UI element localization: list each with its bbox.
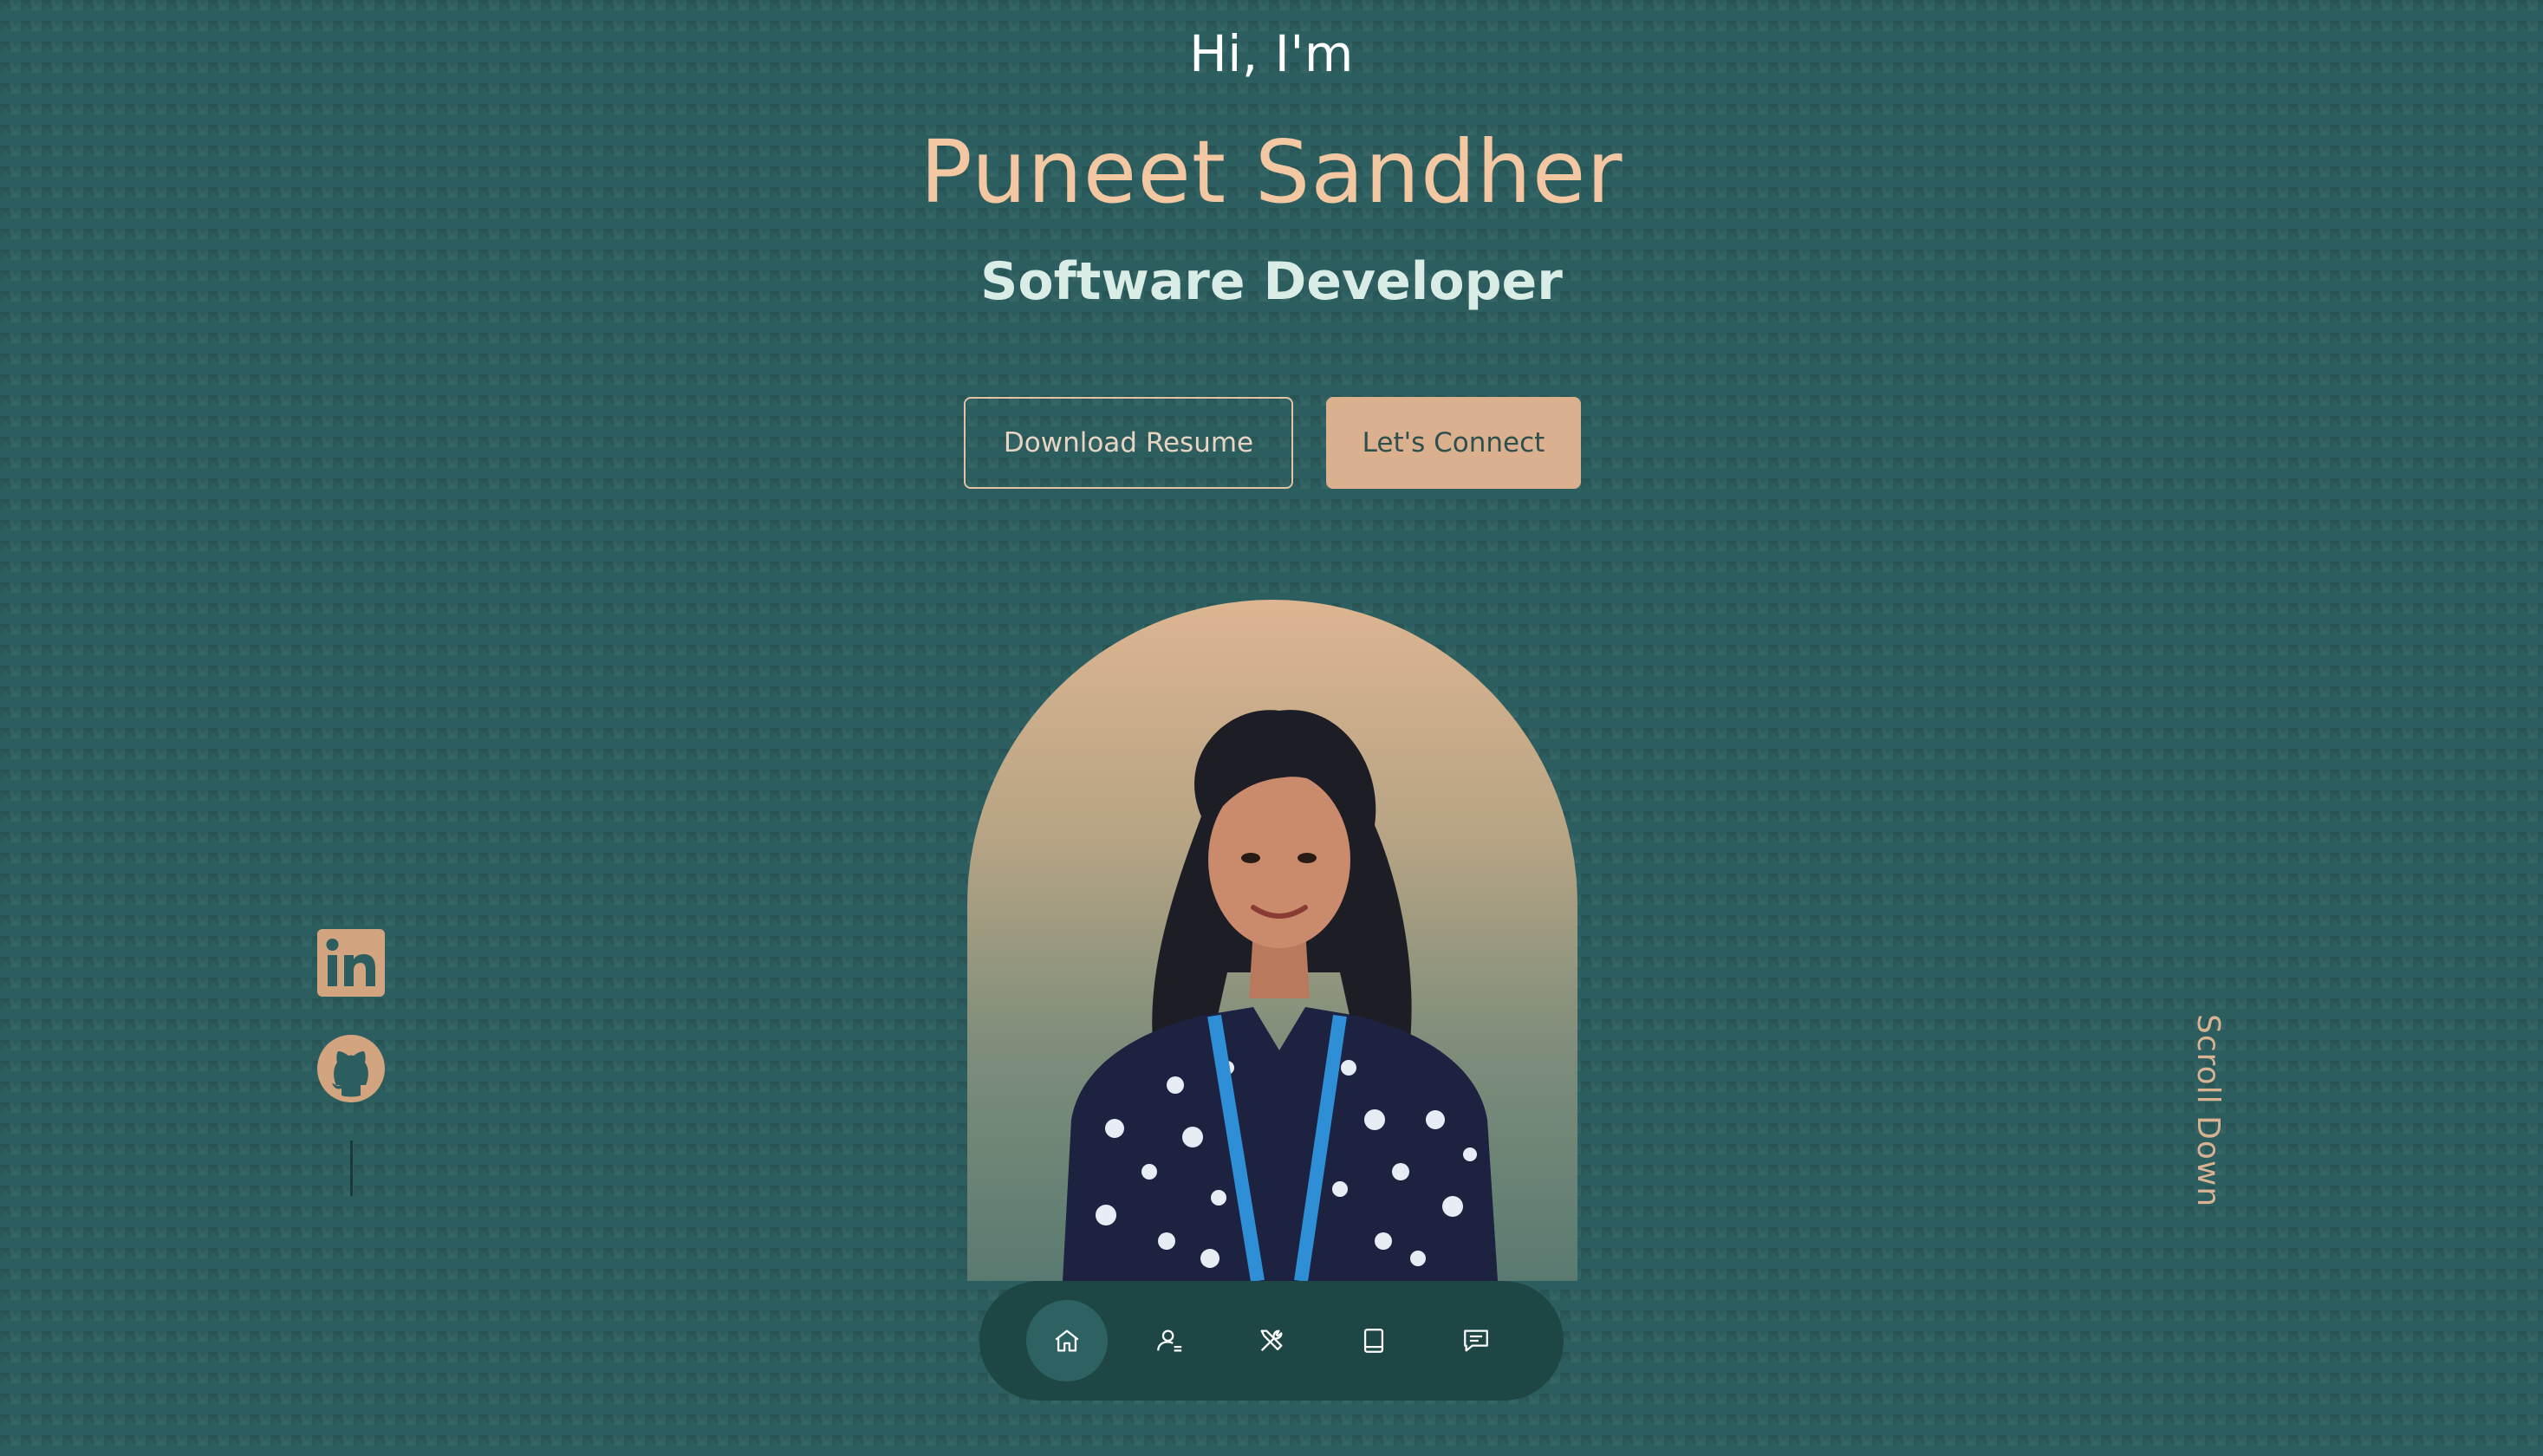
github-icon: [317, 1035, 385, 1102]
nav-contact[interactable]: [1435, 1300, 1517, 1381]
hero-greeting: Hi, I'm: [1189, 24, 1354, 83]
user-icon: [1157, 1329, 1182, 1352]
hero-role: Software Developer: [980, 251, 1563, 312]
profile-photo-frame: [967, 600, 1577, 1281]
download-resume-button[interactable]: Download Resume: [964, 397, 1293, 489]
social-divider: [350, 1141, 353, 1196]
linkedin-icon: [317, 929, 385, 997]
tools-icon: [1260, 1329, 1283, 1352]
lets-connect-button[interactable]: Let's Connect: [1326, 397, 1581, 489]
linkedin-link[interactable]: [315, 927, 387, 998]
home-icon: [1055, 1329, 1079, 1352]
nav-home[interactable]: [1026, 1300, 1108, 1381]
hero-name: Puneet Sandher: [920, 121, 1623, 223]
message-icon: [1464, 1329, 1488, 1352]
scroll-down-link[interactable]: Scroll Down: [2165, 1014, 2226, 1213]
profile-photo: [1063, 710, 1498, 1281]
nav-skills[interactable]: [1231, 1300, 1312, 1381]
nav-projects[interactable]: [1333, 1300, 1415, 1381]
bottom-nav: [979, 1281, 1564, 1401]
github-link[interactable]: [315, 1033, 387, 1104]
nav-about[interactable]: [1128, 1300, 1210, 1381]
book-icon: [1363, 1329, 1384, 1353]
